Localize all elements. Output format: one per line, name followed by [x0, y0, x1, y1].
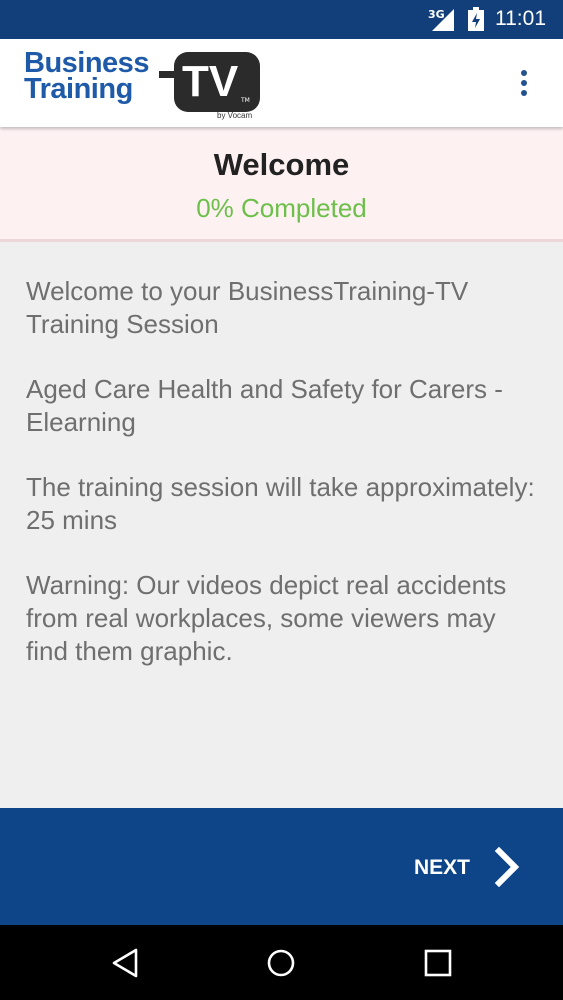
- menu-dot: [521, 80, 527, 86]
- next-button[interactable]: NEXT: [410, 840, 535, 890]
- session-info: Welcome to your BusinessTraining-TV Trai…: [0, 245, 563, 808]
- back-icon[interactable]: [110, 947, 142, 979]
- logo-trademark: TM: [241, 97, 250, 104]
- brand-logo: Business Training TV TM by Vocam: [24, 46, 264, 122]
- welcome-paragraph: Welcome to your BusinessTraining-TV Trai…: [26, 276, 469, 339]
- menu-dot: [521, 70, 527, 76]
- page-title: Welcome: [213, 147, 350, 182]
- logo-tv-text: TV: [182, 57, 239, 106]
- logo-word-training: Training: [24, 73, 133, 105]
- clock: 11:01: [495, 7, 546, 30]
- logo-byline: by Vocam: [217, 111, 253, 120]
- warning-paragraph: Warning: Our videos depict real accident…: [26, 570, 507, 666]
- menu-dot: [521, 90, 527, 96]
- chevron-right-icon: [494, 847, 520, 887]
- recents-icon[interactable]: [422, 947, 454, 979]
- overflow-menu-icon[interactable]: [510, 67, 540, 99]
- footer-bar: NEXT: [0, 808, 563, 925]
- status-bar: 3G 11:01: [0, 0, 563, 39]
- welcome-header: Welcome 0% Completed: [0, 127, 563, 242]
- home-icon[interactable]: [265, 947, 297, 979]
- next-label: NEXT: [414, 856, 471, 879]
- duration-paragraph: The training session will take approxima…: [26, 472, 535, 535]
- progress-text: 0% Completed: [196, 193, 367, 223]
- app-bar: Business Training TV TM by Vocam: [0, 39, 563, 127]
- course-title-paragraph: Aged Care Health and Safety for Carers -…: [26, 374, 503, 437]
- system-nav-bar: [0, 925, 563, 1000]
- signal-icon: [432, 9, 454, 31]
- battery-icon: [468, 7, 484, 31]
